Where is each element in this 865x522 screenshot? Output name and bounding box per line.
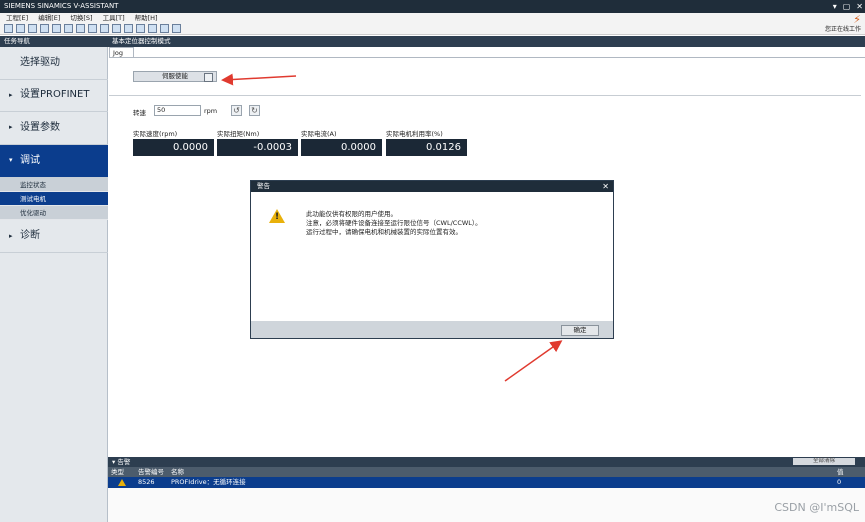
menu-bar: 工程[E] 编辑[E] 切换[S] 工具[T] 帮助[H] — [0, 13, 865, 23]
plug-icon: ⚡ — [853, 13, 861, 26]
window-controls: ▾ ▢ ✕ — [833, 0, 863, 13]
dialog-message-line: 注意，必须将硬件设备连接至运行限位信号（CWL/CCWL）。 — [306, 219, 482, 227]
ok-button[interactable]: 确定 — [561, 325, 599, 336]
motor-utilization-label: 实际电机利用率(%) — [386, 130, 443, 138]
alarm-count: 0 — [837, 478, 842, 486]
nav-item-label: 调试 — [20, 155, 40, 166]
actual-current-value: 0.0000 — [301, 139, 382, 156]
menu-project[interactable]: 工程[E] — [6, 13, 28, 23]
dialog-footer — [251, 321, 613, 338]
divider — [109, 95, 861, 96]
dialog-message-line: 此功能仅供有权限的用户使用。 — [306, 210, 397, 218]
upload-icon[interactable] — [112, 24, 121, 33]
minimize-icon[interactable]: ▾ — [833, 0, 837, 13]
nav-item-commissioning[interactable]: ▾ 调试 — [0, 145, 108, 178]
chevron-right-icon: ▸ — [9, 123, 13, 131]
dialog-title-bar: 警告 — [251, 181, 613, 192]
column-type[interactable]: 类型 — [111, 467, 124, 477]
window-title: SIEMENS SINAMICS V-ASSISTANT — [4, 2, 119, 10]
warning-icon-mark: ! — [274, 212, 280, 222]
menu-tools[interactable]: 工具[T] — [103, 13, 125, 23]
nav-item-label: 设置PROFINET — [20, 89, 90, 100]
cut-icon[interactable] — [52, 24, 61, 33]
nav-item-profinet[interactable]: ▸ 设置PROFINET — [0, 80, 108, 112]
actual-speed-value: 0.0000 — [133, 139, 214, 156]
alarm-panel-title: ▾ 告警 — [112, 458, 131, 466]
actual-speed-label: 实际速度(rpm) — [133, 130, 178, 138]
watermark: CSDN @I'mSQL — [774, 501, 859, 514]
save-icon[interactable] — [28, 24, 37, 33]
rotate-cw-button[interactable]: ↻ — [249, 105, 260, 116]
nav-item-parameters[interactable]: ▸ 设置参数 — [0, 112, 108, 145]
chart-icon[interactable] — [160, 24, 169, 33]
chevron-down-icon: ▾ — [9, 156, 13, 164]
annotation-arrow-servo — [221, 73, 297, 86]
nav-item-label: 设置参数 — [20, 122, 60, 133]
print-icon[interactable] — [40, 24, 49, 33]
warning-icon — [118, 479, 126, 486]
new-icon[interactable] — [4, 24, 13, 33]
nav-header: 任务导航 — [0, 36, 108, 47]
speed-label: 转速 — [133, 109, 146, 117]
alarm-name: PROFIdrive：无循环连接 — [171, 478, 246, 486]
disconnect-icon[interactable] — [100, 24, 109, 33]
maximize-icon[interactable]: ▢ — [843, 0, 851, 13]
speed-unit: rpm — [204, 107, 218, 115]
nav-item-diagnostics[interactable]: ▸ 诊断 — [0, 221, 108, 253]
chevron-right-icon: ▸ — [9, 232, 13, 240]
alarm-table-body — [108, 488, 865, 522]
help-icon[interactable] — [172, 24, 181, 33]
paste-icon[interactable] — [76, 24, 85, 33]
monitor-icon[interactable] — [148, 24, 157, 33]
chevron-right-icon: ▸ — [9, 91, 13, 99]
warning-dialog: 警告 ✕ ! 此功能仅供有权限的用户使用。 注意，必须将硬件设备连接至运行限位信… — [250, 180, 614, 339]
motor-utilization-value: 0.0126 — [386, 139, 467, 156]
actual-torque-value: -0.0003 — [217, 139, 298, 156]
nav-subitem-optimize[interactable]: 优化驱动 — [0, 206, 108, 220]
column-code[interactable]: 告警编号 — [138, 467, 164, 477]
window-title-bar: SIEMENS SINAMICS V-ASSISTANT — [0, 0, 865, 13]
dialog-close-icon[interactable]: ✕ — [602, 181, 609, 192]
menu-edit[interactable]: 编辑[E] — [38, 13, 60, 23]
tab-divider — [109, 57, 865, 58]
column-count[interactable]: 值 — [837, 467, 844, 477]
grid-icon[interactable] — [136, 24, 145, 33]
alarm-code: 8526 — [138, 478, 155, 486]
menu-help[interactable]: 帮助[H] — [135, 13, 158, 23]
nav-item-label: 选择驱动 — [20, 57, 60, 68]
nav-subitem-test-motor[interactable]: 测试电机 — [0, 192, 108, 206]
refresh-icon[interactable] — [124, 24, 133, 33]
page-title: 基本定位器控制模式 — [108, 36, 865, 47]
column-name[interactable]: 名称 — [171, 467, 184, 477]
servo-enable-label: 伺服使能 — [162, 72, 188, 80]
close-icon[interactable]: ✕ — [856, 0, 863, 13]
servo-enable-toggle-icon — [204, 73, 213, 82]
rotate-cw-icon: ↻ — [251, 106, 258, 115]
dialog-title: 警告 — [257, 182, 270, 190]
dialog-message-line: 运行过程中，请确保电机和机械装置的实际位置有效。 — [306, 228, 462, 236]
copy-icon[interactable] — [64, 24, 73, 33]
rotate-ccw-button[interactable]: ↺ — [231, 105, 242, 116]
speed-input[interactable]: 50 — [154, 105, 201, 116]
nav-subitem-monitor[interactable]: 监控状态 — [0, 178, 108, 192]
menu-switch[interactable]: 切换[S] — [70, 13, 92, 23]
annotation-arrow-ok — [504, 340, 563, 382]
nav-item-select-drive[interactable]: 选择驱动 — [0, 47, 108, 80]
actual-torque-label: 实际扭矩(Nm) — [217, 130, 260, 138]
online-status[interactable]: ⚡ 您正在线工作 — [821, 14, 861, 35]
alarm-panel-header[interactable]: ▾ 告警 全部清除 — [108, 457, 865, 467]
servo-enable-button[interactable]: 伺服使能 — [133, 71, 217, 82]
rotate-ccw-icon: ↺ — [233, 106, 240, 115]
actual-current-label: 实际电流(A) — [301, 130, 337, 138]
toolbar — [0, 23, 865, 35]
nav-item-label: 诊断 — [20, 230, 40, 241]
open-icon[interactable] — [16, 24, 25, 33]
alarm-table-header: 类型 告警编号 名称 值 — [108, 467, 865, 477]
clear-all-button[interactable]: 全部清除 — [793, 458, 855, 465]
table-row[interactable]: 8526 PROFIdrive：无循环连接 0 — [108, 477, 865, 488]
task-navigation: 选择驱动 ▸ 设置PROFINET ▸ 设置参数 ▾ 调试 监控状态 测试电机 … — [0, 47, 108, 522]
online-status-label: 您正在线工作 — [824, 26, 861, 33]
connect-icon[interactable] — [88, 24, 97, 33]
